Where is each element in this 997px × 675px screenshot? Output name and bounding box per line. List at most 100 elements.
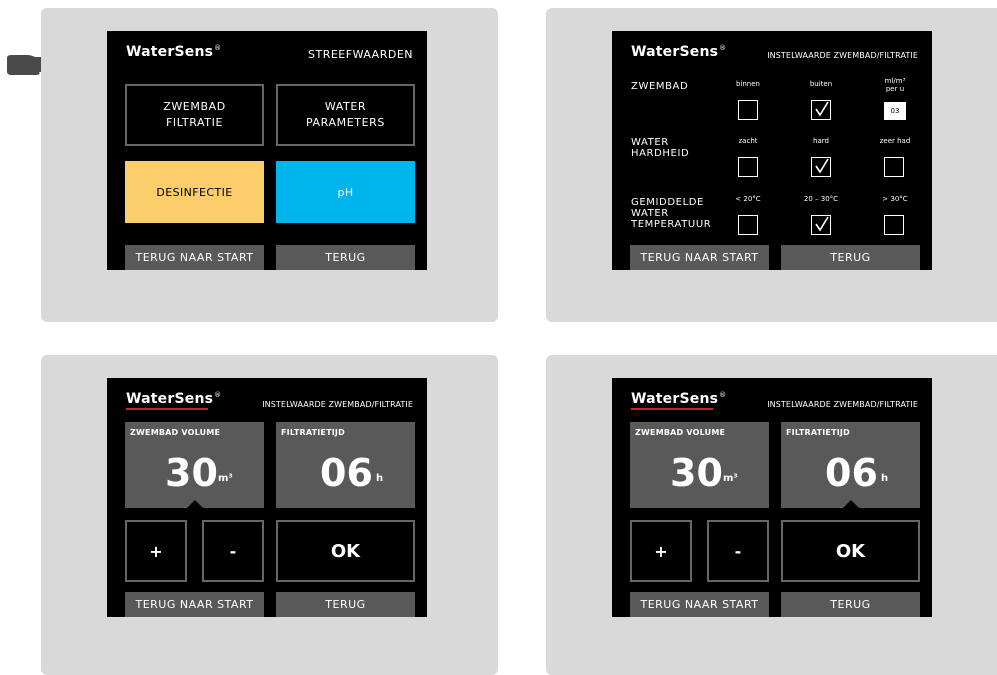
filtratietijd-value: 06 (320, 451, 373, 495)
selection-indicator (187, 500, 203, 508)
temp-high-col-label: > 30°C (882, 195, 908, 203)
footer-back-label: TERUG (325, 251, 366, 264)
zacht-checkbox[interactable] (738, 157, 758, 177)
panel-volume-selected: WaterSens® INSTELWAARDE ZWEMBAD/FILTRATI… (41, 355, 498, 675)
screen-streefwaarden: WaterSens® STREEFWAARDEN ZWEMBAD FILTRAT… (107, 31, 427, 270)
zwembad-volume-value: 30 (165, 451, 218, 495)
logo-text: WaterSens (631, 44, 719, 60)
logo-reg: ® (214, 44, 222, 53)
filtratietijd-label: FILTRATIETIJD (281, 428, 345, 437)
screen-instelwaarde-checkboxes: WaterSens® INSTELWAARDE ZWEMBAD/FILTRATI… (612, 31, 932, 270)
desinfectie-button[interactable]: DESINFECTIE (125, 161, 264, 223)
terug-naar-start-button[interactable]: TERUG NAAR START (125, 592, 264, 617)
dosering-value-input[interactable]: 03 (884, 102, 906, 120)
filtratietijd-value: 06 (825, 451, 878, 495)
temperatuur-label-3: TEMPERATUUR (631, 219, 712, 230)
logo-underline (631, 408, 713, 410)
ok-button[interactable]: OK (276, 520, 415, 582)
ph-label: pH (337, 185, 354, 199)
terug-naar-start-button[interactable]: TERUG NAAR START (630, 592, 769, 617)
zeer-hard-col-label: zeer had (879, 137, 911, 145)
logo-underline (126, 408, 208, 410)
water-hardheid-label-1: WATER (631, 137, 669, 148)
temp-mid-checkbox[interactable] (811, 215, 831, 235)
zwembad-row-label: ZWEMBAD (631, 81, 689, 92)
filtratietijd-unit: h (881, 473, 889, 484)
zeer-hard-checkbox[interactable] (884, 157, 904, 177)
checkmark-icon (815, 216, 829, 232)
watersens-logo: WaterSens® (126, 391, 221, 407)
water-hardheid-label-2: HARDHEID (631, 148, 690, 159)
temp-high-checkbox[interactable] (884, 215, 904, 235)
screen-title: INSTELWAARDE ZWEMBAD/FILTRATIE (262, 400, 413, 409)
temp-low-checkbox[interactable] (738, 215, 758, 235)
selection-indicator (843, 500, 859, 508)
temp-mid-col-label: 20 – 30°C (803, 195, 839, 203)
per-u-label: per u (885, 85, 905, 93)
plus-label: + (149, 541, 163, 561)
filtratietijd-display[interactable]: FILTRATIETIJD 06 h (781, 422, 920, 508)
logo-text: WaterSens (631, 391, 719, 407)
footer-start-label: TERUG NAAR START (640, 251, 759, 264)
hard-checkbox[interactable] (811, 157, 831, 177)
minus-button[interactable]: - (202, 520, 264, 582)
filtratietijd-unit: h (376, 473, 384, 484)
logo-reg: ® (719, 44, 727, 53)
zwembad-label: ZWEMBAD (163, 100, 226, 113)
panel-instelwaarde-checkboxes: WaterSens® INSTELWAARDE ZWEMBAD/FILTRATI… (546, 8, 997, 322)
filtratietijd-display[interactable]: FILTRATIETIJD 06 h (276, 422, 415, 508)
zwembad-filtratie-button[interactable]: ZWEMBAD FILTRATIE (125, 84, 264, 146)
terug-button[interactable]: TERUG (781, 592, 920, 617)
minus-label: - (229, 541, 237, 561)
zwembad-volume-value: 30 (670, 451, 723, 495)
plus-label: + (654, 541, 668, 561)
terug-naar-start-button[interactable]: TERUG NAAR START (125, 245, 264, 270)
ok-label: OK (330, 540, 361, 562)
binnen-col-label: binnen (735, 80, 760, 88)
screen-title: STREEFWAARDEN (308, 48, 413, 61)
footer-start-label: TERUG NAAR START (640, 598, 759, 611)
ph-button[interactable]: pH (276, 161, 415, 223)
zacht-col-label: zacht (738, 137, 758, 145)
checkmark-icon (815, 158, 829, 174)
parameters-label: PARAMETERS (306, 116, 385, 129)
logo-text: WaterSens (126, 391, 214, 407)
panel-filtratietijd-selected: WaterSens® INSTELWAARDE ZWEMBAD/FILTRATI… (546, 355, 997, 675)
ml-per-m3-label: ml/m³ (884, 77, 906, 85)
desinfectie-label: DESINFECTIE (156, 185, 233, 199)
logo-reg: ® (719, 391, 727, 400)
zwembad-volume-label: ZWEMBAD VOLUME (130, 428, 221, 437)
footer-back-label: TERUG (325, 598, 366, 611)
terug-button[interactable]: TERUG (276, 592, 415, 617)
temperatuur-label-2: WATER (631, 208, 669, 219)
temp-low-col-label: < 20°C (735, 195, 761, 203)
watersens-logo: WaterSens® (126, 44, 221, 60)
logo-reg: ® (214, 391, 222, 400)
zwembad-volume-display[interactable]: ZWEMBAD VOLUME 30 m³ (125, 422, 264, 508)
water-parameters-button[interactable]: WATER PARAMETERS (276, 84, 415, 146)
buiten-checkbox[interactable] (811, 100, 831, 120)
terug-button[interactable]: TERUG (276, 245, 415, 270)
zwembad-volume-display[interactable]: ZWEMBAD VOLUME 30 m³ (630, 422, 769, 508)
minus-label: - (734, 541, 742, 561)
footer-start-label: TERUG NAAR START (135, 251, 254, 264)
watersens-logo: WaterSens® (631, 44, 726, 60)
minus-button[interactable]: - (707, 520, 769, 582)
plus-button[interactable]: + (125, 520, 187, 582)
terug-naar-start-button[interactable]: TERUG NAAR START (630, 245, 769, 270)
footer-back-label: TERUG (830, 251, 871, 264)
terug-button[interactable]: TERUG (781, 245, 920, 270)
binnen-checkbox[interactable] (738, 100, 758, 120)
screen-filtratietijd-selected: WaterSens® INSTELWAARDE ZWEMBAD/FILTRATI… (612, 378, 932, 617)
hard-col-label: hard (813, 137, 829, 145)
panel-streefwaarden: WaterSens® STREEFWAARDEN ZWEMBAD FILTRAT… (41, 8, 498, 322)
plus-button[interactable]: + (630, 520, 692, 582)
zwembad-volume-unit: m³ (218, 473, 233, 484)
footer-back-label: TERUG (830, 598, 871, 611)
screen-volume-selected: WaterSens® INSTELWAARDE ZWEMBAD/FILTRATI… (107, 378, 427, 617)
footer-start-label: TERUG NAAR START (135, 598, 254, 611)
ok-label: OK (835, 540, 866, 562)
screen-title: INSTELWAARDE ZWEMBAD/FILTRATIE (767, 400, 918, 409)
ok-button[interactable]: OK (781, 520, 920, 582)
logo-text: WaterSens (126, 44, 214, 60)
